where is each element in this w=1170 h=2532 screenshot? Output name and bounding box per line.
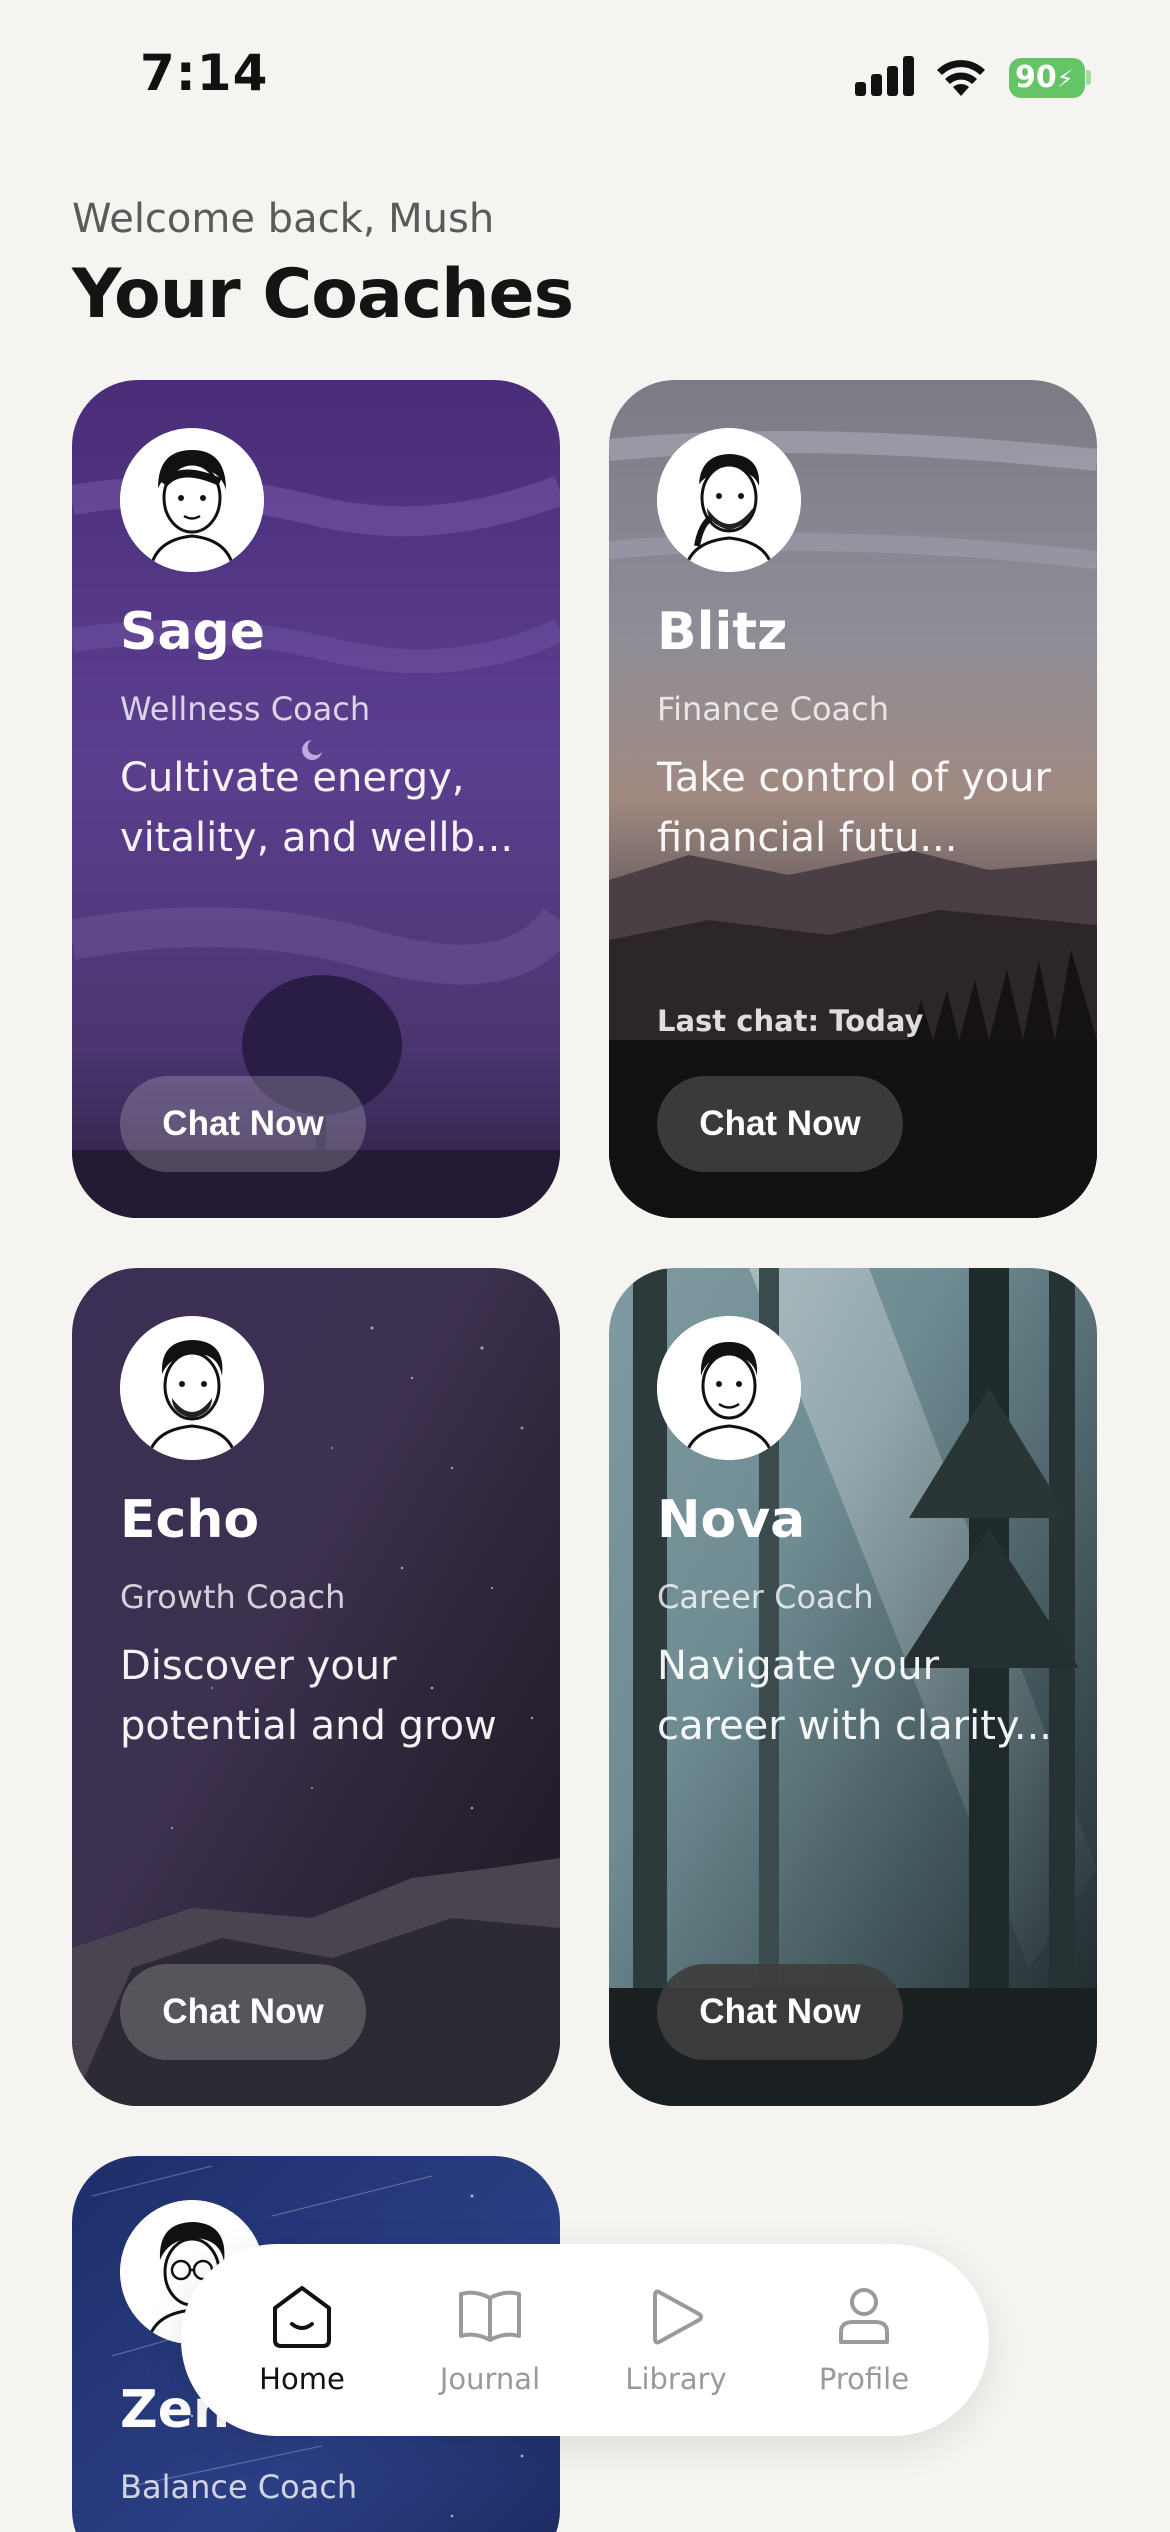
coach-role: Finance Coach	[657, 690, 889, 728]
cellular-signal-icon	[855, 56, 917, 96]
home-icon	[273, 2286, 331, 2348]
coach-avatar	[120, 1316, 264, 1460]
coach-name: Nova	[657, 1490, 806, 1550]
coach-name: Blitz	[657, 602, 788, 662]
coach-name: Sage	[120, 602, 266, 662]
nav-item-home[interactable]: Home	[227, 2284, 377, 2414]
nav-label: Profile	[818, 2362, 910, 2396]
battery-tip	[1086, 70, 1091, 85]
nav-label: Home	[259, 2362, 345, 2396]
coach-card-blitz[interactable]: Blitz Finance Coach Take control of your…	[609, 380, 1097, 1218]
coach-description: Cultivate energy, vitality, and wellb...	[120, 755, 514, 861]
chat-now-button[interactable]: Chat Now	[120, 1964, 366, 2060]
nav-item-library[interactable]: Library	[601, 2284, 751, 2414]
nav-label: Library	[625, 2362, 727, 2396]
coach-description: Discover your potential and grow	[120, 1643, 497, 1749]
coach-card-sage[interactable]: Sage Wellness Coach Cultivate energy, vi…	[72, 380, 560, 1218]
coach-description: Navigate your career with clarity...	[657, 1643, 1052, 1749]
status-bar: 7:14 90⚡	[0, 0, 1170, 150]
coach-role: Balance Coach	[120, 2468, 358, 2506]
battery-level: 90	[1015, 60, 1057, 95]
page-title: Your Coaches	[72, 255, 574, 334]
chat-now-button[interactable]: Chat Now	[657, 1964, 903, 2060]
chat-now-button[interactable]: Chat Now	[657, 1076, 903, 1172]
book-icon	[459, 2290, 521, 2342]
coach-avatar	[657, 1316, 801, 1460]
screen: 7:14 90⚡ Welcome back, Mush Your Coaches	[0, 0, 1170, 2532]
chat-now-button[interactable]: Chat Now	[120, 1076, 366, 1172]
battery-icon: 90⚡	[1009, 58, 1085, 98]
coach-avatar	[657, 428, 801, 572]
bottom-nav: Home Journal Library Profile	[181, 2244, 989, 2436]
coach-description: Take control of your financial futu...	[657, 755, 1051, 861]
nav-item-journal[interactable]: Journal	[415, 2284, 565, 2414]
wifi-icon	[937, 60, 985, 96]
nav-label: Journal	[439, 2362, 541, 2396]
coach-card-echo[interactable]: Echo Growth Coach Discover your potentia…	[72, 1268, 560, 2106]
coach-role: Career Coach	[657, 1578, 874, 1616]
welcome-text: Welcome back, Mush	[72, 196, 495, 242]
last-chat-label: Last chat: Today	[657, 1004, 924, 1038]
coach-role: Growth Coach	[120, 1578, 346, 1616]
nav-item-profile[interactable]: Profile	[789, 2284, 939, 2414]
coach-avatar	[120, 428, 264, 572]
coach-role: Wellness Coach	[120, 690, 371, 728]
coach-card-nova[interactable]: Nova Career Coach Navigate your career w…	[609, 1268, 1097, 2106]
status-time: 7:14	[140, 44, 269, 102]
person-icon	[839, 2288, 889, 2344]
play-icon	[653, 2289, 703, 2345]
coach-name: Echo	[120, 1490, 260, 1550]
